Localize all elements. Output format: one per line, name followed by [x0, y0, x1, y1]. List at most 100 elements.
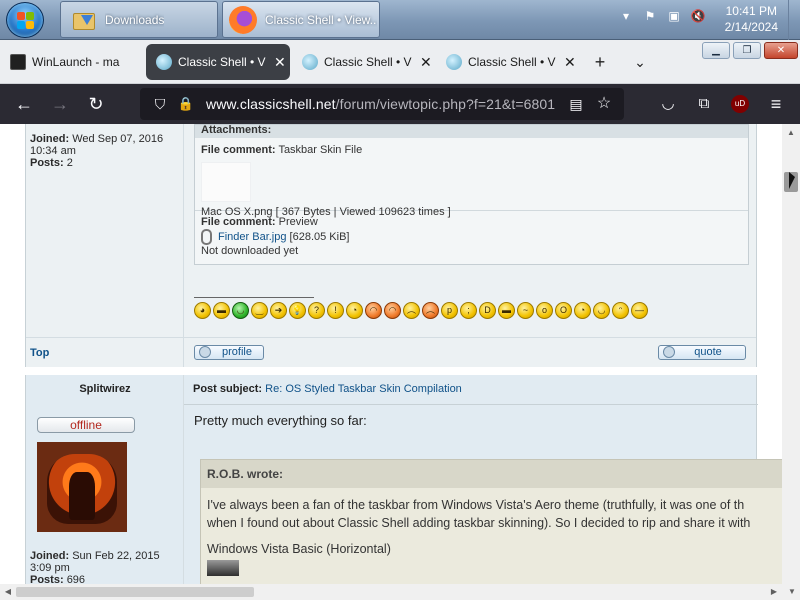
- smiley-arrow-icon: ➔: [270, 302, 287, 319]
- bookmark-star-icon[interactable]: ☆: [594, 94, 614, 114]
- system-tray: ▾ ⚑ ▣ 🔇: [618, 8, 706, 24]
- forward-arrow-icon[interactable]: →: [50, 94, 70, 114]
- smiley-neutral-icon: —: [631, 302, 648, 319]
- post-header: Post subject: Re: OS Styled Taskbar Skin…: [184, 375, 758, 405]
- smiley-evil-icon: ◠: [365, 302, 382, 319]
- smiley-razz-icon: ᵔ: [612, 302, 629, 319]
- pocket-icon[interactable]: ◡: [658, 94, 678, 114]
- profile-button[interactable]: profile: [194, 345, 264, 360]
- file-comment-label: File comment:: [201, 216, 276, 228]
- start-button[interactable]: [6, 2, 44, 38]
- volume-muted-icon[interactable]: 🔇: [690, 8, 706, 24]
- scroll-left-arrow-icon[interactable]: ◀: [0, 587, 16, 596]
- url-host: www.classicshell.net: [206, 96, 336, 112]
- tracking-shield-icon[interactable]: ⛉: [150, 94, 170, 114]
- smiley-idea-icon: 💡: [289, 302, 306, 319]
- joined-date: Wed Sep 07, 2016: [72, 133, 164, 145]
- vista-taskbar-preview-image[interactable]: [207, 560, 239, 576]
- download-status: Not downloaded yet: [201, 245, 299, 257]
- tab-classic-shell-active[interactable]: Classic Shell • Vi ✕: [146, 44, 290, 80]
- attachment-link[interactable]: Finder Bar.jpg: [218, 231, 286, 243]
- offline-status-badge: offline: [37, 417, 135, 433]
- new-tab-button[interactable]: +: [590, 52, 610, 72]
- taskbar-button-firefox[interactable]: Classic Shell • View...: [222, 1, 380, 38]
- taskbar-clock[interactable]: 10:41 PM 2/14/2024: [725, 3, 778, 35]
- maximize-button[interactable]: ❐: [733, 42, 761, 59]
- firefox-icon: [229, 5, 257, 34]
- tab-close-icon[interactable]: ✕: [420, 54, 432, 71]
- author-details: Joined: Sun Feb 22, 2015 3:09 pm Posts: …: [30, 550, 160, 584]
- smiley-mad-icon: ︵: [422, 302, 439, 319]
- attachments-title: Attachments:: [195, 125, 748, 138]
- smiley-green-grin-icon: ◡: [232, 302, 249, 319]
- close-window-button[interactable]: ✕: [764, 42, 798, 59]
- reload-icon[interactable]: ↻: [86, 94, 106, 114]
- attachment-size: [628.05 KiB]: [289, 230, 350, 243]
- attachment-item: File comment: Preview Finder Bar.jpg [62…: [195, 211, 748, 265]
- page-viewport: Joined: Wed Sep 07, 2016 10:34 am Posts:…: [0, 124, 782, 584]
- tab-classic-shell-3[interactable]: Classic Shell • Vi ✕: [436, 44, 580, 80]
- insecure-lock-icon[interactable]: 🔒: [176, 94, 196, 114]
- tab-strip: WinLaunch - ma Classic Shell • Vi ✕ Clas…: [0, 40, 800, 84]
- scroll-down-arrow-icon[interactable]: ▼: [784, 587, 800, 596]
- ublock-origin-icon[interactable]: uD: [731, 95, 749, 113]
- extensions-icon[interactable]: ⧉: [694, 94, 714, 114]
- signature-divider: [194, 297, 314, 298]
- winlaunch-icon: [10, 54, 26, 70]
- show-desktop-button[interactable]: [788, 0, 800, 40]
- smiley-wink-icon: ;: [460, 302, 477, 319]
- windows-logo-icon: [17, 12, 35, 30]
- tab-close-icon[interactable]: ✕: [274, 54, 286, 71]
- list-all-tabs-button[interactable]: ⌄: [630, 52, 650, 72]
- url-path: /forum/viewtopic.php?f=21&t=6801: [335, 96, 556, 112]
- windows-taskbar: Downloads Classic Shell • View... ▾ ⚑ ▣ …: [0, 0, 800, 40]
- joined-time: 10:34 am: [30, 145, 76, 157]
- smiley-rolleyes-icon: ◔: [574, 302, 591, 319]
- smiley-nerd-icon: ◕: [194, 302, 211, 319]
- paperclip-icon: [201, 229, 212, 245]
- horizontal-scrollbar[interactable]: ◀ ▶ ▼: [0, 584, 800, 600]
- vertical-scrollbar[interactable]: ▲: [782, 124, 800, 584]
- forum-post: Joined: Wed Sep 07, 2016 10:34 am Posts:…: [25, 124, 757, 367]
- taskbar-button-label: Classic Shell • View...: [265, 12, 377, 27]
- subject-link[interactable]: Re: OS Styled Taskbar Skin Compilation: [265, 383, 462, 395]
- url-text[interactable]: www.classicshell.net/forum/viewtopic.php…: [206, 96, 555, 112]
- posts-label: Posts:: [30, 157, 64, 169]
- scroll-up-arrow-icon[interactable]: ▲: [783, 128, 799, 137]
- tab-title: Classic Shell • Vi: [178, 55, 266, 69]
- quote-button[interactable]: quote: [658, 345, 746, 360]
- quote-line: I've always been a fan of the taskbar fr…: [207, 498, 745, 512]
- tab-winlaunch[interactable]: WinLaunch - ma: [0, 44, 146, 80]
- horizontal-scroll-thumb[interactable]: [16, 587, 254, 597]
- tab-close-icon[interactable]: ✕: [564, 54, 576, 71]
- classic-shell-icon: [156, 54, 172, 70]
- joined-label: Joined:: [30, 550, 70, 562]
- reader-view-icon[interactable]: ▤: [566, 94, 586, 114]
- quote-line: when I found out about Classic Shell add…: [207, 516, 751, 530]
- signature-smilies: ◕ ▬ ◡ ‿ ➔ 💡 ? ! ◔ ◠ ◠ ︵ ︵ p ; D ▬ ~ o O: [194, 302, 648, 319]
- file-comment: Taskbar Skin File: [278, 144, 363, 156]
- back-arrow-icon[interactable]: ←: [14, 94, 34, 114]
- posts-count: 2: [66, 157, 73, 169]
- clock-date: 2/14/2024: [724, 20, 778, 34]
- tray-expand-icon[interactable]: ▾: [618, 8, 634, 24]
- scroll-right-arrow-icon[interactable]: ▶: [766, 587, 782, 596]
- smiley-happy-icon: ◡: [593, 302, 610, 319]
- forum-post: Splitwirez offline Joined: Sun Feb 22, 2…: [25, 375, 782, 584]
- top-link[interactable]: Top: [30, 347, 49, 359]
- minimize-button[interactable]: ▁: [702, 42, 730, 59]
- quote-author: R.O.B. wrote:: [201, 460, 782, 488]
- hamburger-menu-icon[interactable]: ≡: [766, 94, 786, 114]
- joined-date: Sun Feb 22, 2015: [72, 550, 160, 562]
- classic-shell-icon: [446, 54, 462, 70]
- post-author-name[interactable]: Splitwirez: [26, 383, 184, 395]
- posts-label: Posts:: [30, 574, 64, 584]
- attachment-thumbnail[interactable]: [201, 162, 251, 202]
- profile-person-icon: [199, 346, 211, 358]
- url-bar[interactable]: ⛉ 🔒 www.classicshell.net/forum/viewtopic…: [140, 88, 624, 120]
- joined-label: Joined:: [30, 133, 70, 145]
- network-icon[interactable]: ▣: [666, 8, 682, 24]
- taskbar-button-downloads[interactable]: Downloads: [60, 1, 218, 38]
- tab-classic-shell-2[interactable]: Classic Shell • Vi ✕: [292, 44, 436, 80]
- action-center-flag-icon[interactable]: ⚑: [642, 8, 658, 24]
